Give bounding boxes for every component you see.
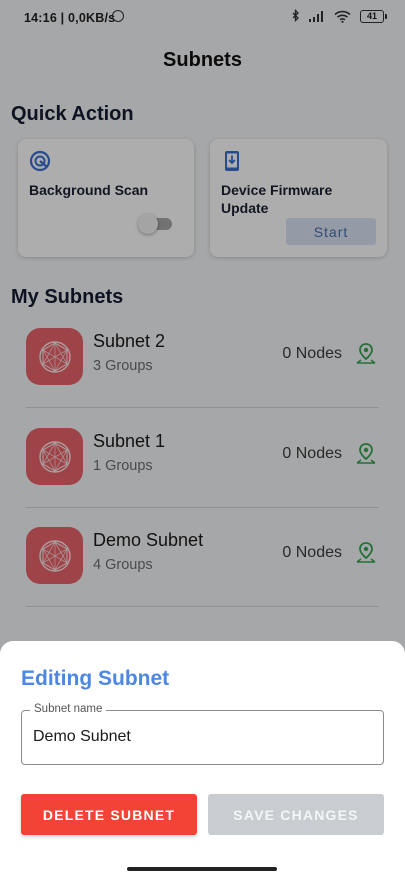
sheet-title: Editing Subnet: [21, 667, 170, 690]
subnet-name-label: Subnet name: [30, 703, 107, 715]
save-changes-button[interactable]: SAVE CHANGES: [208, 794, 384, 835]
edit-subnet-sheet: Editing Subnet Subnet name DELETE SUBNET…: [0, 641, 405, 878]
home-indicator[interactable]: [127, 867, 277, 871]
delete-subnet-button[interactable]: DELETE SUBNET: [21, 794, 197, 835]
subnet-name-input[interactable]: [33, 728, 363, 746]
subnet-name-field: Subnet name: [21, 703, 384, 765]
